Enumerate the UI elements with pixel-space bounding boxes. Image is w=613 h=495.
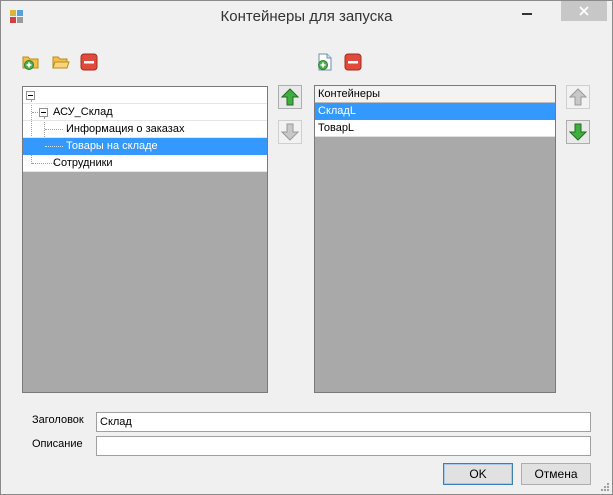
- container-tree[interactable]: АСУ_Склад Информация о заказах Товары на…: [22, 86, 268, 393]
- arrow-up-icon: [569, 88, 587, 106]
- arrow-down-icon: [281, 123, 299, 141]
- arrow-down-icon: [569, 123, 587, 141]
- minimize-icon: [522, 13, 532, 15]
- cancel-button[interactable]: Отмена: [521, 463, 591, 485]
- collapse-icon[interactable]: [39, 108, 48, 117]
- open-folder-icon[interactable]: [52, 53, 70, 71]
- collapse-icon[interactable]: [26, 91, 35, 100]
- tree-item-asu-sklad[interactable]: АСУ_Склад: [23, 104, 267, 121]
- arrow-up-icon: [281, 88, 299, 106]
- tree-items-area: АСУ_Склад Информация о заказах Товары на…: [23, 87, 267, 172]
- tree-item-stock-goods[interactable]: Товары на складе: [23, 138, 267, 155]
- tree-item-label: Товары на складе: [66, 140, 158, 152]
- grid-header-containers[interactable]: Контейнеры: [315, 86, 555, 103]
- remove-icon[interactable]: [80, 53, 98, 71]
- grid-row[interactable]: СкладL: [315, 103, 555, 120]
- containers-grid[interactable]: Контейнеры СкладL ТоварL: [314, 85, 556, 393]
- close-button[interactable]: [561, 1, 607, 21]
- title-field[interactable]: [96, 412, 591, 432]
- add-folder-icon[interactable]: [22, 53, 40, 71]
- tree-item-label: Сотрудники: [53, 157, 113, 169]
- tree-connector: [45, 146, 63, 147]
- tree-item-orders-info[interactable]: Информация о заказах: [23, 121, 267, 138]
- window: Контейнеры для запуска АСУ_Склад Информа…: [0, 0, 613, 495]
- description-field[interactable]: [96, 436, 591, 456]
- tree-item-root[interactable]: [23, 87, 267, 104]
- title-label: Заголовок: [32, 414, 84, 426]
- close-icon: [579, 6, 589, 16]
- move-down-button[interactable]: [566, 120, 590, 144]
- move-down-button[interactable]: [278, 120, 302, 144]
- move-up-button[interactable]: [566, 85, 590, 109]
- ok-button[interactable]: OK: [443, 463, 513, 485]
- description-label: Описание: [32, 438, 83, 450]
- tree-item-employees[interactable]: Сотрудники: [23, 155, 267, 172]
- minimize-button[interactable]: [515, 1, 539, 21]
- tree-item-label: Информация о заказах: [66, 123, 185, 135]
- grid-row[interactable]: ТоварL: [315, 120, 555, 137]
- resize-grip-icon[interactable]: [600, 482, 610, 492]
- title-bar[interactable]: Контейнеры для запуска: [1, 1, 612, 33]
- move-right-up-button[interactable]: [278, 85, 302, 109]
- tree-item-label: АСУ_Склад: [53, 106, 113, 118]
- remove-icon[interactable]: [344, 53, 362, 71]
- add-document-icon[interactable]: [316, 53, 334, 71]
